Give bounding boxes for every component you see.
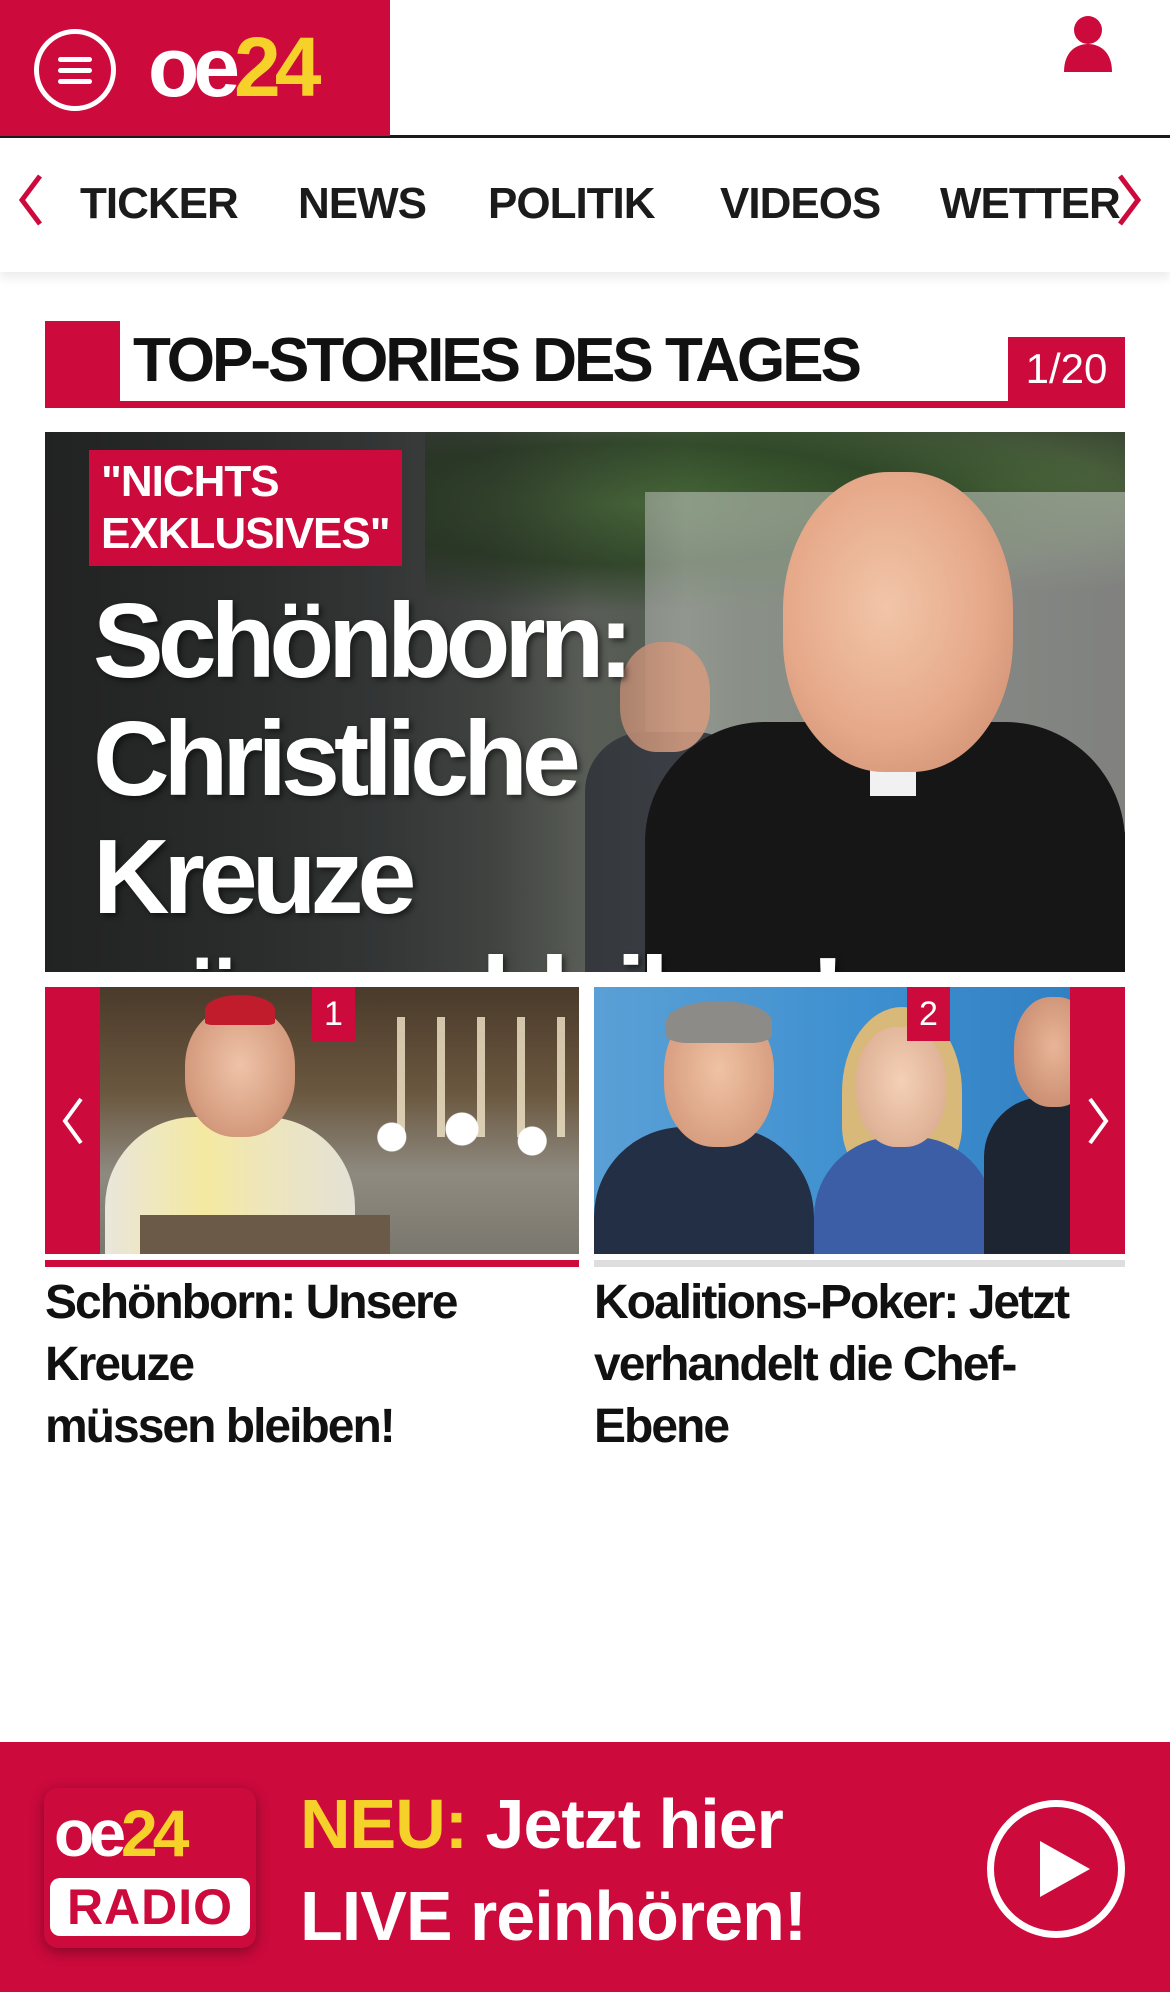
- hero-headline[interactable]: Schönborn: Christliche Kreuze müssen ble…: [93, 582, 873, 972]
- chevron-left-icon: [62, 1097, 83, 1145]
- radio-logo-oe24: oe24: [54, 1796, 189, 1870]
- hamburger-menu-icon[interactable]: [34, 29, 116, 111]
- radio-promo-line-1: NEU: Jetzt hier: [300, 1778, 806, 1870]
- teaser-title-line-1: Koalitions-Poker: Jetzt: [594, 1276, 1070, 1329]
- teaser-progress-bar: [594, 1260, 1125, 1267]
- hero-headline-line-2: Christliche Kreuze: [93, 700, 581, 936]
- section-accent-block: [45, 321, 120, 408]
- teaser-title[interactable]: Schönborn: Unsere Kreuze müssen bleiben!: [45, 1272, 579, 1458]
- radio-logo-24-text: 24: [121, 1796, 189, 1870]
- user-icon[interactable]: [1062, 14, 1114, 72]
- nav-item-politik[interactable]: POLITIK: [488, 178, 656, 230]
- teaser-card[interactable]: 2 Koalitions-Poker: Jetzt verhandelt die…: [594, 987, 1125, 1453]
- radio-neu-label: NEU:: [300, 1785, 468, 1863]
- nav-next-arrow-icon[interactable]: [1114, 172, 1144, 228]
- teaser-title-line-2: müssen bleiben!: [45, 1400, 396, 1453]
- play-button[interactable]: [987, 1800, 1125, 1938]
- hero-story[interactable]: "NICHTS EXKLUSIVES" Schönborn: Christlic…: [45, 432, 1125, 972]
- nav-item-news[interactable]: NEWS: [298, 178, 427, 230]
- hero-kicker-line-1: "NICHTS: [101, 456, 280, 508]
- logo-oe-text: oe: [148, 20, 240, 114]
- site-logo[interactable]: oe24: [148, 20, 322, 114]
- teaser-title[interactable]: Koalitions-Poker: Jetzt verhandelt die C…: [594, 1272, 1125, 1458]
- teaser-card[interactable]: 1 Schönborn: Unsere Kreuze müssen bleibe…: [45, 987, 579, 1453]
- radio-logo-word: RADIO: [50, 1878, 250, 1936]
- radio-banner[interactable]: oe24 RADIO NEU: Jetzt hier LIVE reinhöre…: [0, 1742, 1170, 1992]
- teaser-image-person: [185, 1007, 295, 1137]
- nav-item-ticker[interactable]: TICKER: [80, 178, 239, 230]
- story-counter: 1/20: [1008, 337, 1125, 401]
- teaser-number-badge: 2: [907, 987, 950, 1041]
- radio-promo-text: NEU: Jetzt hier LIVE reinhören!: [300, 1778, 807, 1962]
- teaser-image-lectern: [140, 1215, 390, 1254]
- chevron-right-icon: [1088, 1097, 1109, 1145]
- category-nav: TICKER NEWS POLITIK VIDEOS WETTER: [0, 140, 1170, 272]
- logo-block: oe24: [0, 0, 390, 136]
- top-header: oe24: [0, 0, 1170, 138]
- nav-prev-arrow-icon[interactable]: [16, 172, 46, 228]
- teaser-number-badge: 1: [312, 987, 355, 1041]
- radio-promo-line-1-rest: Jetzt hier: [467, 1785, 784, 1863]
- play-icon: [1040, 1841, 1090, 1897]
- teaser-progress-bar: [45, 1260, 579, 1267]
- teaser-image-cap: [205, 995, 275, 1025]
- hero-kicker: "NICHTS EXKLUSIVES": [89, 450, 402, 566]
- teaser-image: [594, 987, 1125, 1254]
- radio-logo-oe-text: oe: [54, 1796, 126, 1870]
- section-underline: [45, 401, 1125, 408]
- section-heading: TOP-STORIES DES TAGES 1/20: [45, 321, 1125, 408]
- teaser-image-flowers: [345, 1097, 579, 1177]
- carousel-prev-button[interactable]: [45, 987, 100, 1254]
- teaser-image-hair-1: [666, 1001, 772, 1043]
- teaser-carousel: 1 Schönborn: Unsere Kreuze müssen bleibe…: [45, 987, 1125, 1453]
- teaser-title-line-2: verhandelt die Chef-Ebene: [594, 1338, 1017, 1453]
- hero-kicker-line-2: EXKLUSIVES": [101, 508, 391, 560]
- nav-item-videos[interactable]: VIDEOS: [720, 178, 881, 230]
- section-title: TOP-STORIES DES TAGES: [133, 326, 862, 395]
- teaser-image-suit-2: [814, 1137, 994, 1254]
- radio-promo-line-2: LIVE reinhören!: [300, 1877, 807, 1955]
- radio-logo: oe24 RADIO: [44, 1788, 256, 1948]
- hero-headline-line-1: Schönborn:: [93, 582, 634, 700]
- teaser-title-line-1: Schönborn: Unsere Kreuze: [45, 1276, 458, 1391]
- carousel-next-button[interactable]: [1070, 987, 1125, 1254]
- nav-item-wetter[interactable]: WETTER: [940, 178, 1121, 230]
- hero-headline-line-3: müssen bleiben!: [93, 936, 873, 972]
- teaser-image-face-2: [856, 1027, 946, 1147]
- logo-24-text: 24: [234, 20, 321, 114]
